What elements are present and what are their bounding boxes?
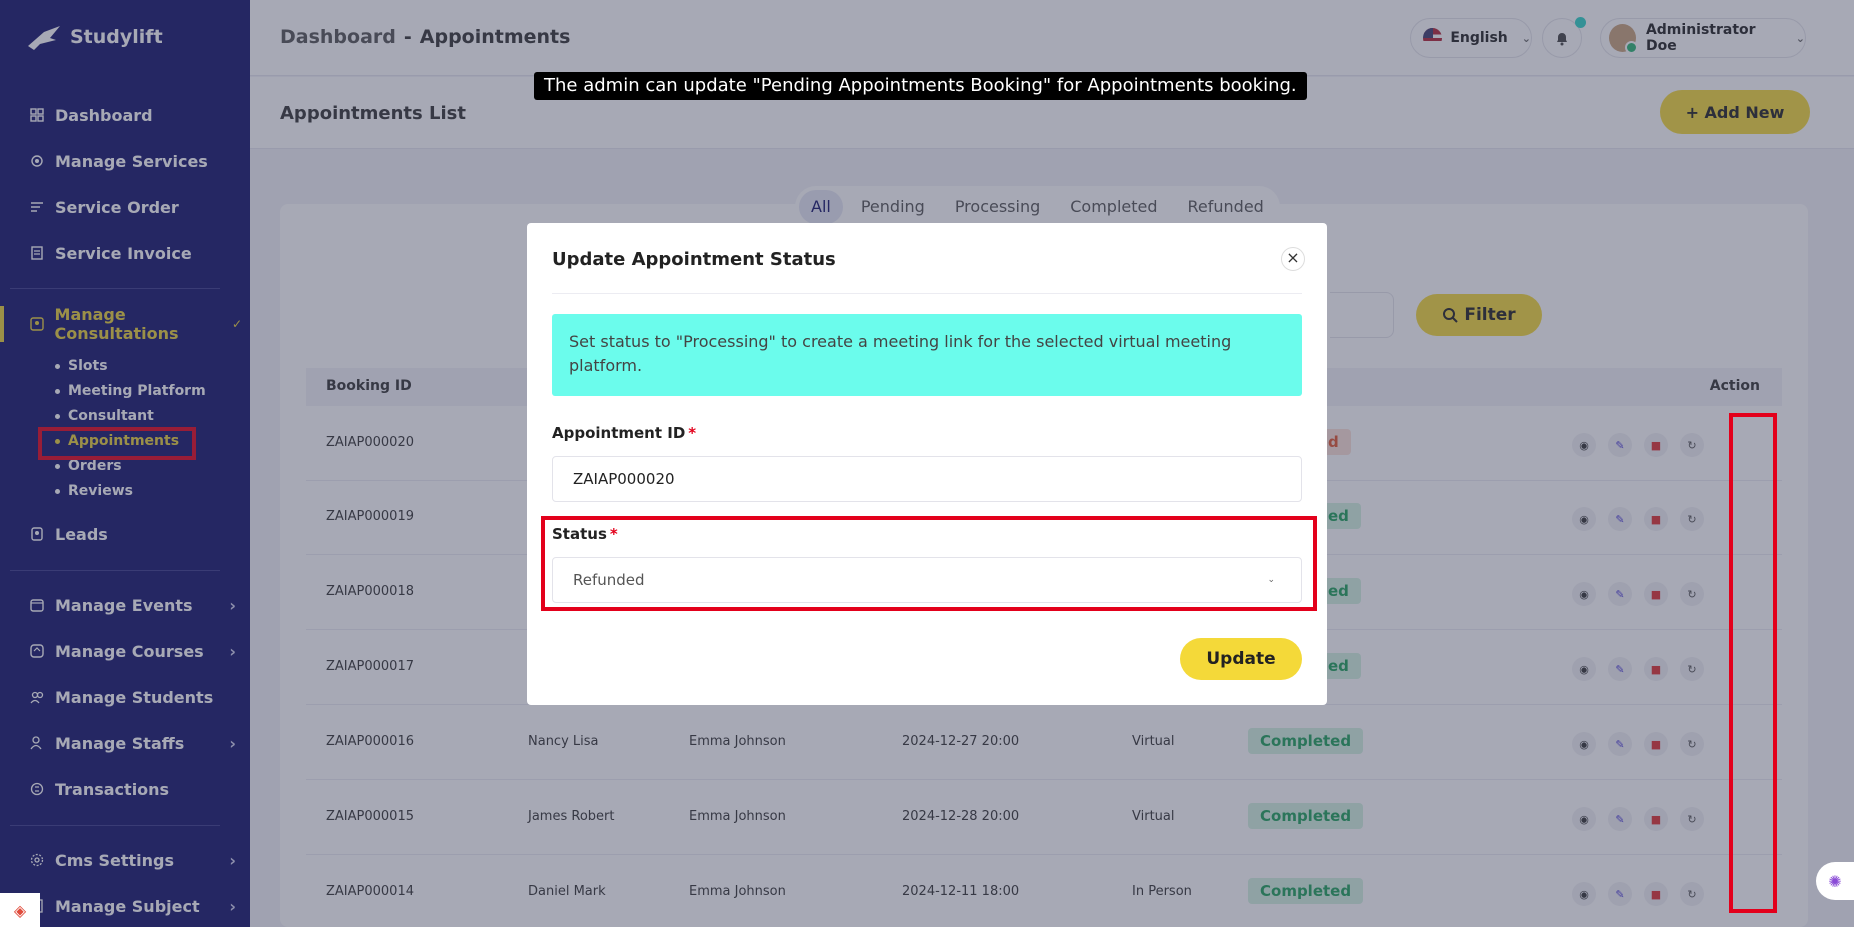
info-alert: Set status to "Processing" to create a m… [552, 314, 1302, 396]
highlight-box-action-column [1729, 413, 1777, 913]
brain-assistant-icon[interactable]: ✺ [1816, 862, 1854, 900]
modal-divider [552, 293, 1302, 294]
close-icon[interactable]: × [1281, 247, 1305, 271]
instruction-tooltip: The admin can update "Pending Appointmen… [534, 72, 1307, 100]
appointment-id-label: Appointment ID * [552, 424, 697, 442]
modal-title: Update Appointment Status [552, 249, 836, 270]
framework-logo-icon: ◈ [0, 893, 40, 927]
update-button[interactable]: Update [1180, 638, 1302, 680]
update-status-modal: Update Appointment Status × Set status t… [527, 223, 1327, 705]
highlight-box-status [541, 516, 1317, 611]
appointment-id-field[interactable]: ZAIAP000020 [552, 456, 1302, 502]
